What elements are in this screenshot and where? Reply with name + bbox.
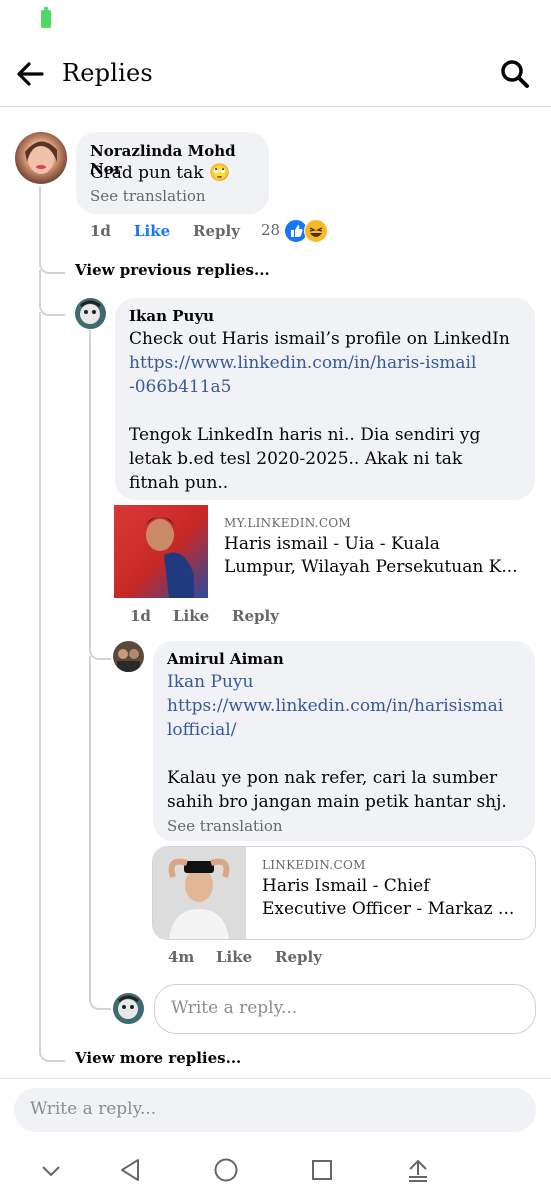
keyboard-hide-icon[interactable] <box>404 1156 432 1184</box>
thread-connector <box>39 1040 65 1062</box>
preview-title: Haris ismail - Uia - Kuala <box>224 534 440 554</box>
bottom-composer: Write a reply... <box>0 1078 551 1141</box>
linkedin-link[interactable]: https://www.linkedin.com/in/haris-ismail <box>129 351 476 375</box>
preview-domain: MY.LINKEDIN.COM <box>224 516 352 530</box>
thread-line <box>89 330 91 640</box>
comment-author[interactable]: Ikan Puyu <box>129 307 214 325</box>
like-button[interactable]: Like <box>216 948 252 966</box>
comment-bubble[interactable]: Ikan Puyu Check out Haris ismail’s profi… <box>115 298 535 500</box>
thread-line <box>39 312 41 1052</box>
view-previous-replies[interactable]: View previous replies... <box>75 261 270 279</box>
preview-title: Lumpur, Wilayah Persekutuan K... <box>224 557 518 577</box>
avatar[interactable] <box>113 641 144 672</box>
reply-button[interactable]: Reply <box>275 948 322 966</box>
comment-text: letak b.ed tesl 2020-2025.. Akak ni tak <box>129 449 463 469</box>
link-preview-card[interactable]: LINKEDIN.COM Haris Ismail - Chief Execut… <box>152 846 536 940</box>
comment-text: Kalau ye pon nak refer, cari la sumber <box>167 768 498 788</box>
comment-bubble[interactable]: Norazlinda Mohd Nor Grad pun tak 🙄 See t… <box>76 132 269 214</box>
header: Replies <box>0 42 551 107</box>
see-translation-link[interactable]: See translation <box>167 817 283 835</box>
back-arrow-icon[interactable] <box>12 56 48 92</box>
preview-thumbnail <box>114 505 208 598</box>
thread-line <box>39 186 41 256</box>
comment-time: 1d <box>90 222 111 240</box>
linkedin-link[interactable]: https://www.linkedin.com/in/harisismai <box>167 694 503 718</box>
see-translation-link[interactable]: See translation <box>90 187 206 205</box>
linkedin-link-continued[interactable]: lofficial/ <box>167 718 236 742</box>
profile-photo <box>118 995 139 1019</box>
comment-text: Grad pun tak 🙄 <box>90 163 231 183</box>
reaction-count[interactable]: 28 <box>261 221 280 239</box>
thread-connector <box>39 270 65 316</box>
thread-connector <box>89 636 111 660</box>
preview-domain: LINKEDIN.COM <box>262 858 366 872</box>
avatar[interactable] <box>15 132 67 184</box>
preview-title: Haris Ismail - Chief <box>262 876 430 896</box>
thread-line <box>89 656 91 996</box>
comment-text: sahih bro jangan main petik hantar shj. <box>167 792 507 812</box>
preview-thumbnail <box>153 847 246 939</box>
view-more-replies[interactable]: View more replies... <box>75 1049 241 1067</box>
comment-text: fitnah pun.. <box>129 473 229 493</box>
reply-button[interactable]: Reply <box>193 222 240 240</box>
comment-text: Check out Haris ismail’s profile on Link… <box>129 329 510 349</box>
profile-photo <box>80 300 101 324</box>
reply-input-placeholder: Write a reply... <box>171 998 298 1018</box>
haha-reaction-icon <box>304 219 328 243</box>
battery-icon <box>41 7 51 28</box>
comment-time: 1d <box>130 607 151 625</box>
comment-time: 4m <box>168 948 195 966</box>
profile-photo <box>117 649 140 672</box>
link-preview-card[interactable]: MY.LINKEDIN.COM Haris ismail - Uia - Kua… <box>114 505 535 598</box>
write-reply-placeholder: Write a reply... <box>30 1099 157 1119</box>
linkedin-link-continued[interactable]: -066b411a5 <box>129 375 231 399</box>
nav-home-icon[interactable] <box>212 1156 240 1184</box>
profile-photo <box>25 141 57 174</box>
comment-author[interactable]: Amirul Aiman <box>167 650 284 668</box>
write-reply-input[interactable]: Write a reply... <box>14 1088 536 1132</box>
page-title: Replies <box>62 59 153 87</box>
reply-button[interactable]: Reply <box>232 607 279 625</box>
avatar <box>113 993 144 1024</box>
mention-link[interactable]: Ikan Puyu <box>167 670 253 694</box>
thread-connector <box>89 990 111 1010</box>
comment-bubble[interactable]: Amirul Aiman Ikan Puyu https://www.linke… <box>153 641 535 841</box>
comment-text: Tengok LinkedIn haris ni.. Dia sendiri y… <box>129 425 481 445</box>
nav-recents-icon[interactable] <box>308 1156 336 1184</box>
avatar[interactable] <box>75 298 106 329</box>
status-bar <box>0 0 551 42</box>
system-nav-bar <box>0 1140 551 1200</box>
search-icon[interactable] <box>497 56 533 92</box>
reply-input[interactable]: Write a reply... <box>154 984 536 1034</box>
like-button[interactable]: Like <box>173 607 209 625</box>
nav-back-icon[interactable] <box>116 1156 144 1184</box>
chevron-down-icon[interactable] <box>38 1158 64 1184</box>
preview-title: Executive Officer - Markaz ... <box>262 899 515 919</box>
like-button[interactable]: Like <box>134 222 170 240</box>
